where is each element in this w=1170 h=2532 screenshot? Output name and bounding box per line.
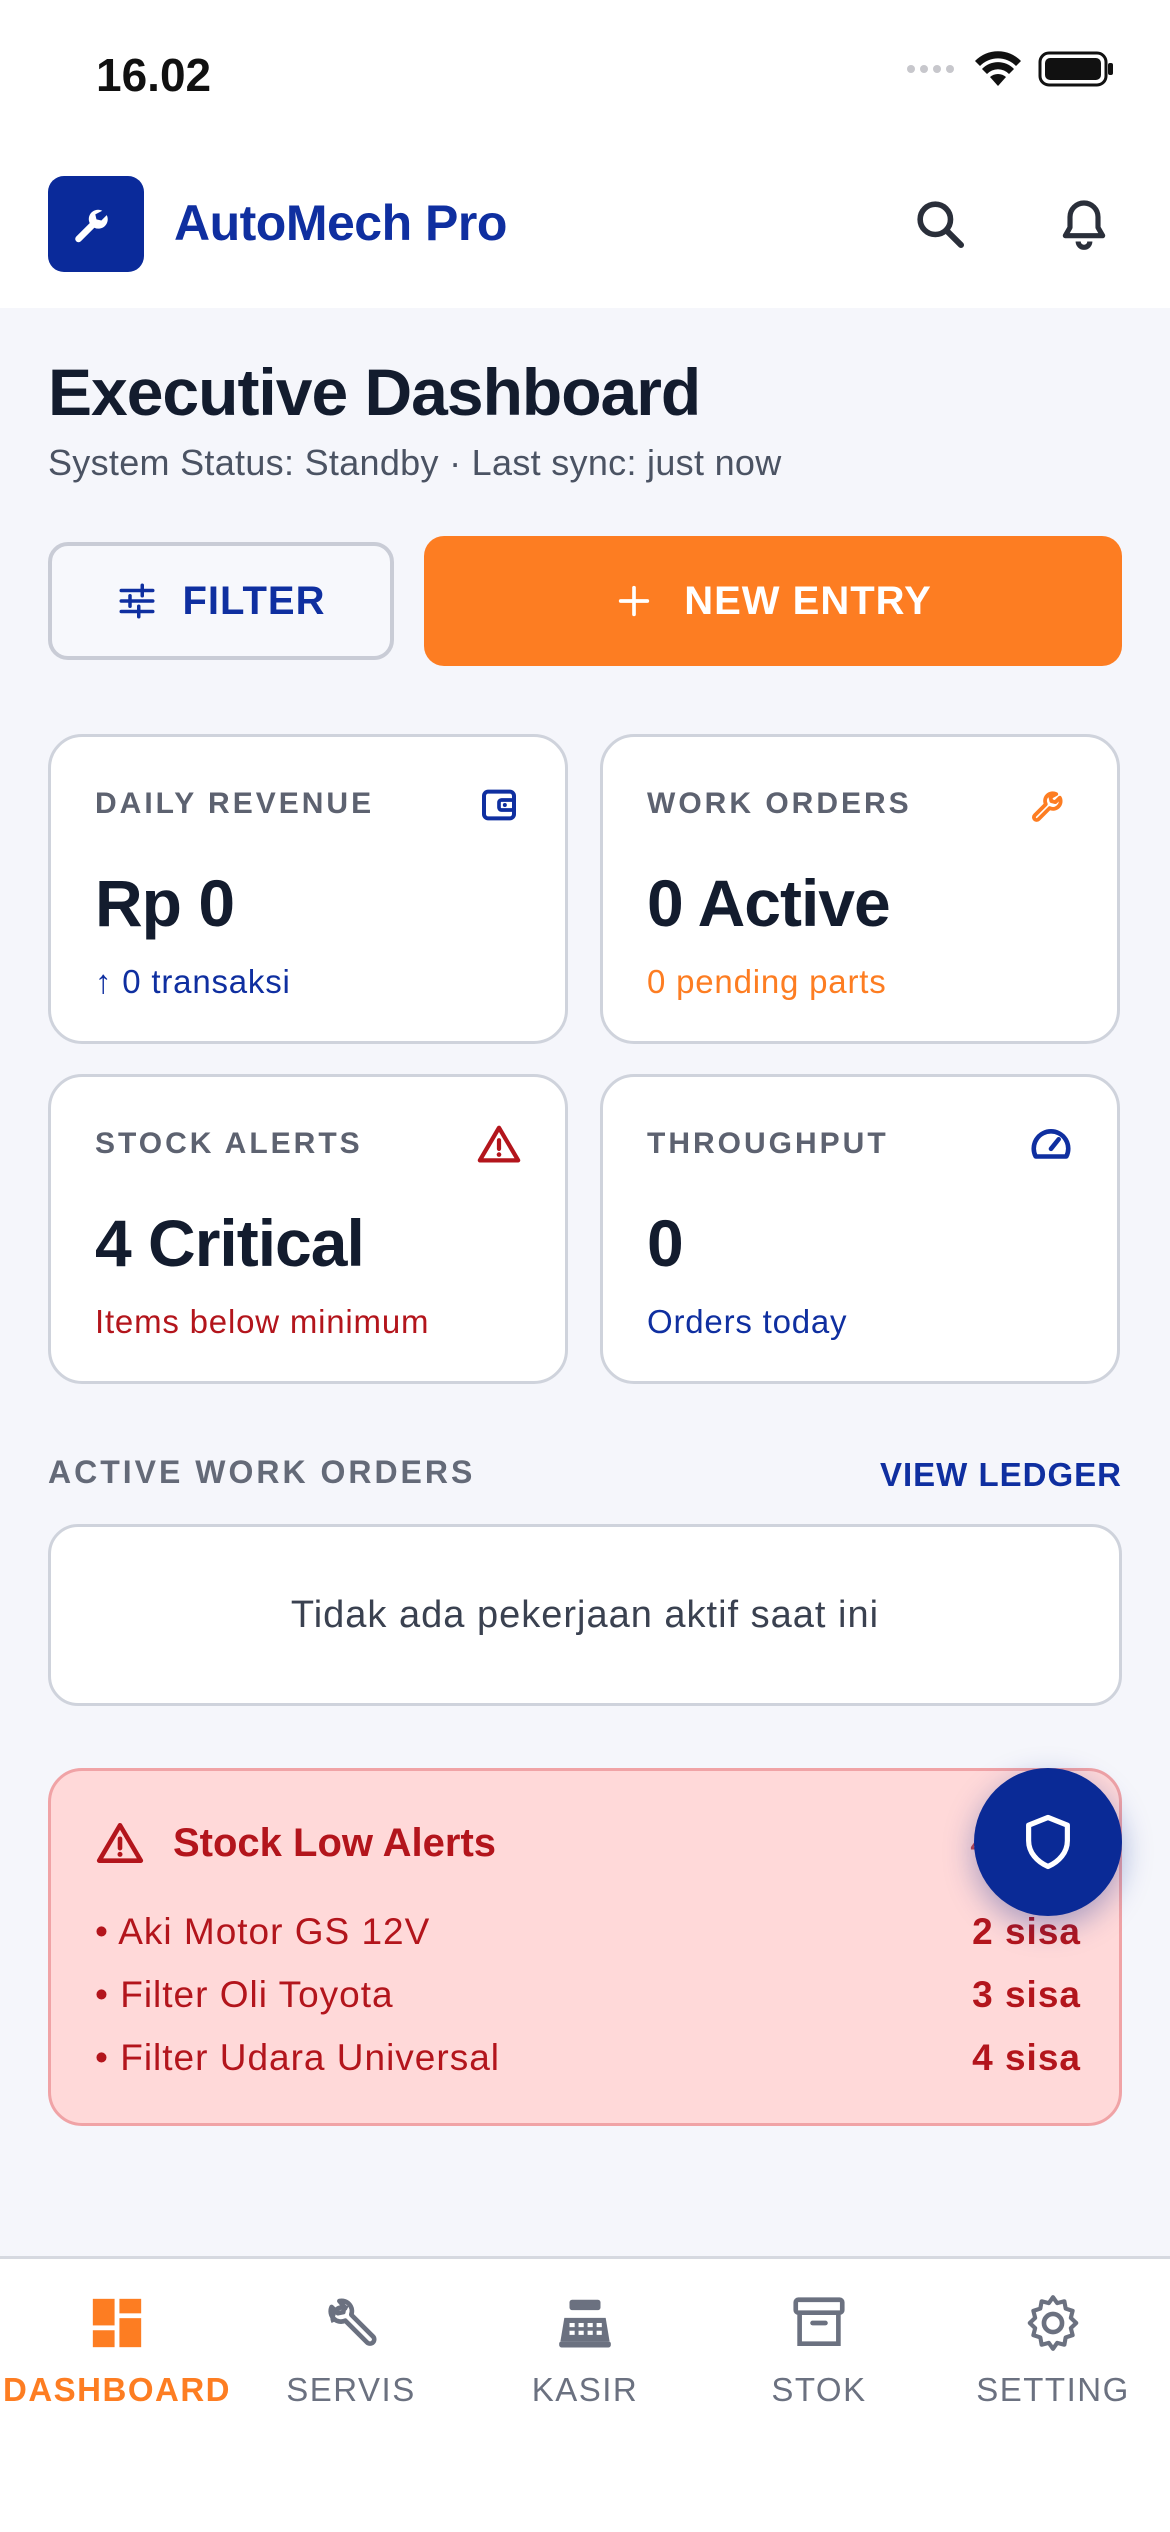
card-note: ↑ 0 transaksi	[95, 963, 291, 1001]
bell-icon	[1062, 200, 1106, 250]
item-name: • Filter Oli Toyota	[95, 1974, 394, 2015]
list-item: • Aki Motor GS 12V 2 sisa	[95, 1911, 1081, 1953]
card-note-text: 0 pending parts	[647, 963, 887, 1000]
filter-button[interactable]: FILTER	[48, 542, 394, 660]
item-qty: 3 sisa	[972, 1974, 1081, 2015]
item-name: • Aki Motor GS 12V	[95, 1911, 431, 1952]
cash-register-icon	[551, 2289, 619, 2357]
bottom-tab-bar: DASHBOARD SERVIS KASIR STOK SETTING	[0, 2256, 1170, 2532]
gear-icon	[1019, 2289, 1087, 2357]
tools-icon	[317, 2289, 385, 2357]
shield-icon	[1026, 1814, 1070, 1870]
search-icon	[917, 201, 965, 249]
notifications-button[interactable]	[1052, 192, 1116, 256]
speedometer-icon	[1027, 1121, 1075, 1169]
card-value: Rp 0	[95, 866, 235, 940]
system-icons	[906, 50, 1114, 88]
empty-state-text: Tidak ada pekerjaan aktif saat ini	[290, 1593, 880, 1636]
warning-icon	[95, 1819, 145, 1874]
battery-icon	[1038, 51, 1113, 87]
card-label: WORK ORDERS	[647, 787, 912, 820]
new-entry-label: NEW ENTRY	[684, 578, 932, 623]
app-logo	[48, 176, 144, 272]
card-note-text: 0 transaksi	[122, 963, 291, 1000]
status-bar: 16.02	[0, 0, 1170, 150]
sliders-icon	[119, 583, 155, 619]
dashboard-grid-icon	[83, 2289, 151, 2357]
tab-label: SETTING	[976, 2371, 1130, 2408]
tab-label: SERVIS	[286, 2371, 416, 2408]
list-item: • Filter Oli Toyota 3 sisa	[95, 1974, 1081, 2016]
empty-work-orders: Tidak ada pekerjaan aktif saat ini	[48, 1524, 1122, 1706]
tab-stok[interactable]: STOK	[702, 2289, 936, 2419]
card-label: THROUGHPUT	[647, 1127, 889, 1160]
new-entry-button[interactable]: NEW ENTRY	[424, 536, 1122, 666]
security-fab-button[interactable]	[974, 1768, 1122, 1916]
wrench-icon	[1027, 781, 1075, 829]
card-label: STOCK ALERTS	[95, 1127, 363, 1160]
view-ledger-link[interactable]: VIEW LEDGER	[880, 1456, 1122, 1494]
card-note-text: Items below minimum	[95, 1303, 430, 1340]
section-heading-work-orders: ACTIVE WORK ORDERS	[48, 1454, 476, 1490]
warning-icon	[475, 1121, 523, 1169]
item-qty: 4 sisa	[972, 2037, 1081, 2078]
card-throughput[interactable]: THROUGHPUT 0 Orders today	[600, 1074, 1120, 1384]
item-qty: 2 sisa	[972, 1911, 1081, 1952]
card-daily-revenue[interactable]: DAILY REVENUE Rp 0 ↑ 0 transaksi	[48, 734, 568, 1044]
card-stock-alerts[interactable]: STOCK ALERTS 4 Critical Items below mini…	[48, 1074, 568, 1384]
app-header: AutoMech Pro	[0, 150, 1170, 308]
arrow-up-icon: ↑	[95, 963, 123, 1000]
search-button[interactable]	[908, 192, 972, 256]
wallet-icon	[475, 781, 523, 829]
card-value: 4 Critical	[95, 1206, 365, 1280]
tab-servis[interactable]: SERVIS	[234, 2289, 468, 2419]
card-label: DAILY REVENUE	[95, 787, 375, 820]
list-item: • Filter Udara Universal 4 sisa	[95, 2037, 1081, 2079]
stock-low-alerts-panel: Stock Low Alerts 4 • Aki Motor GS 12V 2 …	[48, 1768, 1122, 2126]
archive-box-icon	[785, 2289, 853, 2357]
tab-kasir[interactable]: KASIR	[468, 2289, 702, 2419]
page-title: Executive Dashboard	[48, 355, 701, 429]
card-work-orders[interactable]: WORK ORDERS 0 Active 0 pending parts	[600, 734, 1120, 1044]
card-value: 0 Active	[647, 866, 891, 940]
wrench-logo-icon	[75, 209, 108, 243]
status-time: 16.02	[96, 49, 212, 101]
card-value: 0	[647, 1206, 684, 1280]
tab-label: DASHBOARD	[3, 2371, 231, 2408]
alerts-title: Stock Low Alerts	[173, 1821, 497, 1865]
tab-label: STOK	[771, 2371, 867, 2408]
app-title: AutoMech Pro	[174, 195, 507, 251]
filter-label: FILTER	[182, 578, 326, 623]
tab-setting[interactable]: SETTING	[936, 2289, 1170, 2419]
card-note-text: Orders today	[647, 1303, 848, 1340]
system-status-text: System Status: Standby · Last sync: just…	[48, 442, 782, 483]
item-name: • Filter Udara Universal	[95, 2037, 501, 2078]
signal-icon	[907, 65, 954, 73]
tab-label: KASIR	[531, 2371, 639, 2408]
tab-dashboard[interactable]: DASHBOARD	[0, 2289, 234, 2419]
plus-icon	[619, 585, 650, 617]
wifi-icon	[975, 51, 1021, 86]
